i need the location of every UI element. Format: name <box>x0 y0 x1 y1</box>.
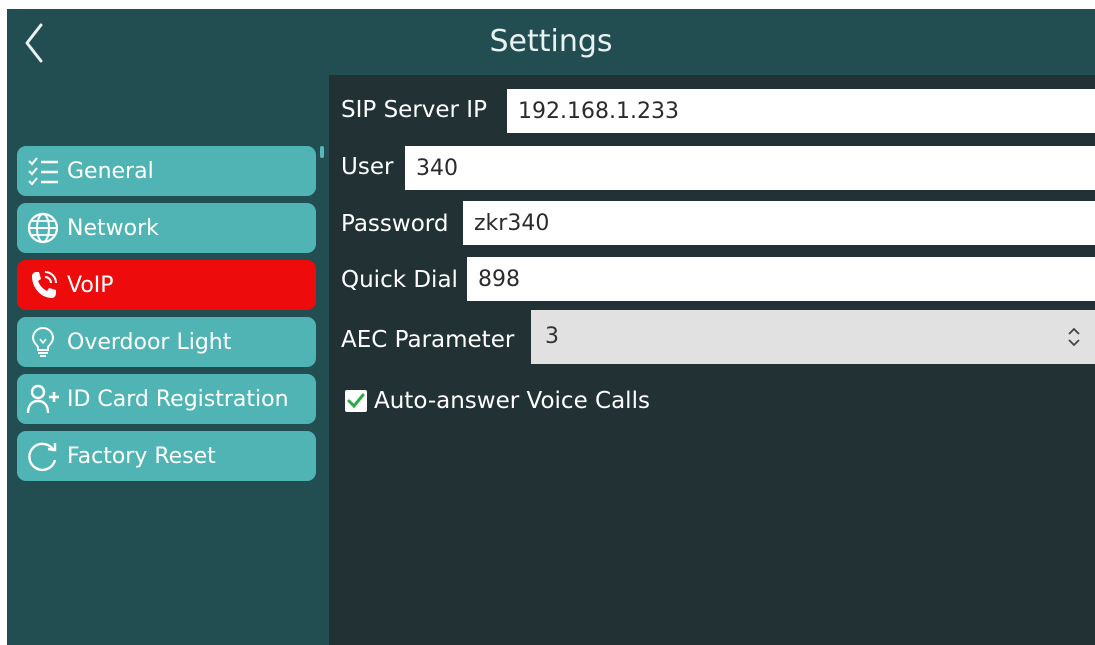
sidebar-item-network[interactable]: Network <box>17 203 316 253</box>
checkmark-icon <box>347 393 365 409</box>
quick-dial-input[interactable] <box>467 257 1095 301</box>
sidebar-item-general[interactable]: General <box>17 146 316 196</box>
page-title: Settings <box>489 24 613 59</box>
sip-server-ip-label: SIP Server IP <box>341 97 487 123</box>
auto-answer-checkbox[interactable] <box>345 390 367 412</box>
user-label: User <box>341 154 394 180</box>
auto-answer-label: Auto-answer Voice Calls <box>374 388 650 414</box>
sidebar: General Network VoIP Overdoor Light ID C… <box>7 75 329 645</box>
sidebar-item-label: Network <box>67 215 159 241</box>
checklist-icon <box>23 151 63 191</box>
add-user-icon <box>23 379 63 419</box>
back-button[interactable] <box>17 21 57 65</box>
sidebar-item-label: Factory Reset <box>67 443 216 469</box>
settings-window: Settings General Network VoIP Overdoor L… <box>7 9 1095 645</box>
auto-answer-option[interactable]: Auto-answer Voice Calls <box>345 384 650 418</box>
sidebar-item-id-card-registration[interactable]: ID Card Registration <box>17 374 316 424</box>
sidebar-item-label: VoIP <box>67 272 114 298</box>
phone-call-icon <box>23 265 63 305</box>
sidebar-item-label: General <box>67 158 154 184</box>
sidebar-item-factory-reset[interactable]: Factory Reset <box>17 431 316 481</box>
password-input[interactable] <box>463 201 1095 245</box>
password-label: Password <box>341 211 449 237</box>
sidebar-item-label: Overdoor Light <box>67 329 232 355</box>
updown-chevron-icon <box>1068 327 1080 347</box>
quick-dial-label: Quick Dial <box>341 267 458 293</box>
sip-server-ip-input[interactable] <box>507 89 1095 133</box>
reset-icon <box>23 436 63 476</box>
title-bar: Settings <box>7 9 1095 75</box>
sidebar-item-label: ID Card Registration <box>67 386 289 412</box>
aec-parameter-select[interactable]: 3 <box>531 310 1095 364</box>
lightbulb-icon <box>23 322 63 362</box>
user-input[interactable] <box>405 146 1095 190</box>
sidebar-item-overdoor-light[interactable]: Overdoor Light <box>17 317 316 367</box>
globe-icon <box>23 208 63 248</box>
aec-parameter-value: 3 <box>545 324 559 349</box>
chevron-left-icon <box>25 23 43 63</box>
sidebar-scrollbar[interactable] <box>320 146 324 158</box>
aec-parameter-label: AEC Parameter <box>341 327 515 353</box>
sidebar-item-voip[interactable]: VoIP <box>17 260 316 310</box>
